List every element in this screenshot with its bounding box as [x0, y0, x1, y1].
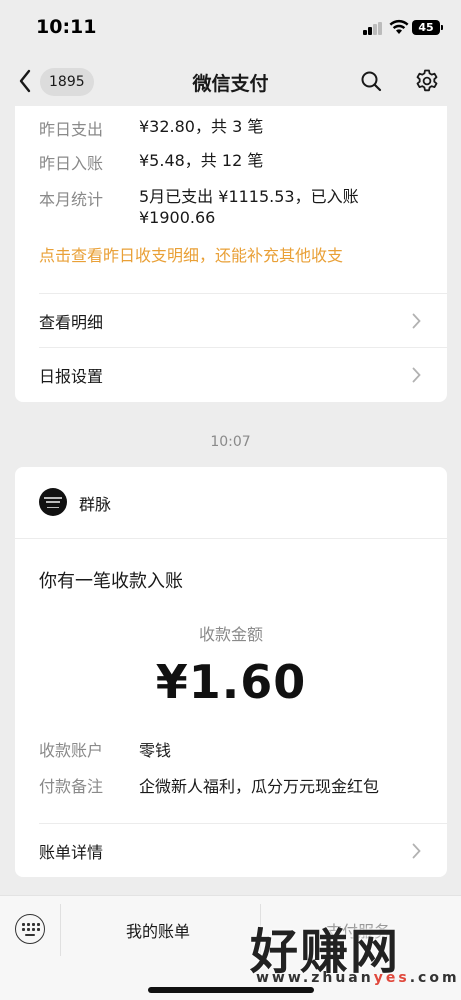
divider	[60, 904, 61, 956]
view-details-link[interactable]: 点击查看昨日收支明细，还能补充其他收支	[39, 242, 343, 266]
divider	[15, 538, 447, 539]
remark-value: 企微新人福利，瓜分万元现金红包	[139, 777, 380, 796]
account-label: 收款账户	[39, 741, 104, 760]
site-watermark: 好赚网 www.zhuanyes.com	[250, 912, 457, 997]
battery-tip	[441, 25, 443, 30]
merchant-name[interactable]: 群脉	[79, 491, 111, 515]
notice-title: 你有一笔收款入账	[39, 571, 183, 592]
message-timestamp: 10:07	[210, 434, 251, 450]
nav-bar: 1895 微信支付	[0, 56, 461, 106]
wifi-icon	[389, 19, 409, 34]
yesterday-income-label: 昨日入账	[39, 154, 104, 173]
report-settings-item[interactable]: 日报设置	[15, 348, 447, 402]
chevron-right-icon	[412, 843, 421, 859]
watermark-url-b: yes	[373, 970, 410, 986]
page-title: 微信支付	[192, 73, 269, 95]
report-settings-label: 日报设置	[39, 367, 104, 386]
watermark-url-a: www.zhuan	[256, 970, 374, 986]
keyboard-icon[interactable]	[15, 914, 45, 944]
yesterday-expense-label: 昨日支出	[39, 120, 104, 139]
my-bills-tab[interactable]: 我的账单	[126, 918, 190, 942]
watermark-url-c: .com	[409, 970, 460, 986]
signal-icon	[363, 22, 383, 35]
monthly-stats-value-line1: 5月已支出 ¥1115.53，已入账	[139, 187, 359, 206]
chevron-right-icon	[412, 367, 421, 383]
account-value: 零钱	[139, 741, 172, 760]
chevron-right-icon	[412, 313, 421, 329]
view-details-item[interactable]: 查看明细	[15, 294, 447, 348]
view-details-label: 查看明细	[39, 313, 104, 332]
bill-detail-item[interactable]: 账单详情	[15, 824, 447, 878]
merchant-logo	[39, 488, 67, 516]
home-indicator[interactable]	[148, 987, 314, 993]
bill-detail-label: 账单详情	[39, 843, 104, 862]
amount-value: ¥1.60	[155, 655, 307, 709]
monthly-stats-label: 本月统计	[39, 190, 104, 209]
monthly-stats-value-line2: ¥1900.66	[139, 208, 216, 227]
remark-label: 付款备注	[39, 777, 104, 796]
battery-icon: 45	[412, 20, 440, 35]
daily-report-card: 昨日支出 ¥32.80，共 3 笔 昨日入账 ¥5.48，共 12 笔 本月统计…	[15, 106, 447, 402]
status-time: 10:11	[36, 16, 97, 38]
status-bar: 10:11 45	[0, 0, 461, 56]
search-icon[interactable]	[360, 70, 382, 92]
yesterday-income-value: ¥5.48，共 12 笔	[139, 151, 264, 170]
yesterday-expense-value: ¥32.80，共 3 笔	[139, 117, 264, 136]
watermark-url: www.zhuanyes.com	[256, 970, 460, 986]
gear-icon[interactable]	[415, 69, 439, 93]
payment-notice-card[interactable]: 群脉 你有一笔收款入账 收款金额 ¥1.60 收款账户 零钱 付款备注 企微新人…	[15, 467, 447, 877]
amount-label: 收款金额	[198, 625, 263, 644]
